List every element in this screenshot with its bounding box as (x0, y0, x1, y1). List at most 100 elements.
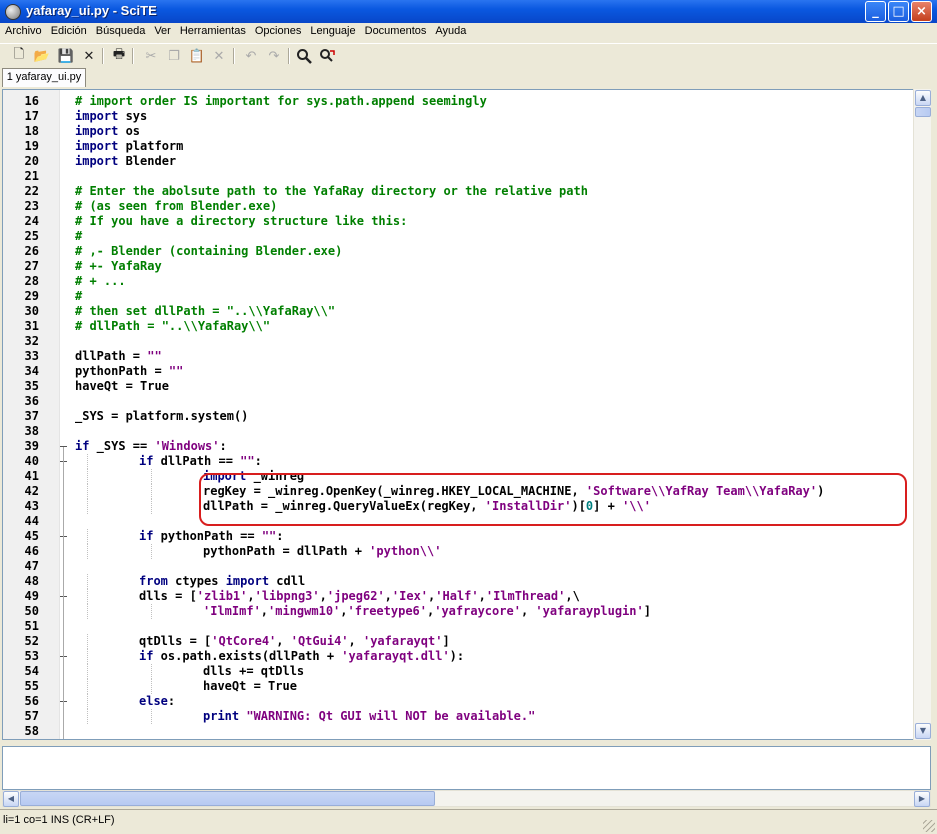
delete-icon[interactable]: ✕ (210, 47, 228, 65)
code-line: # + ... (75, 274, 126, 289)
code-line: if os.path.exists(dllPath + 'yafarayqt.d… (139, 649, 464, 664)
code-token: 'IlmImf' (203, 604, 261, 618)
line-number: 49 (24, 589, 39, 603)
redo-icon[interactable]: ↷ (265, 47, 283, 65)
line-number: 30 (24, 304, 39, 318)
horizontal-scrollbar[interactable]: ◀ ▶ (2, 790, 931, 807)
code-token: dllPath = (75, 349, 148, 363)
scroll-right-icon[interactable]: ▶ (914, 791, 930, 807)
code-token: 'QtCore4' (211, 634, 277, 648)
code-editor[interactable]: 16 17 18 19 20 21 22 23 24 25 26 27 28 29 30 31 32 33 34 35… (2, 89, 931, 740)
toolbar-separator (288, 48, 290, 64)
code-token: dllPath == (153, 454, 241, 468)
menu-busqueda[interactable]: Búsqueda (91, 23, 150, 37)
code-token: ,\ (565, 589, 580, 603)
indent-guide (87, 679, 88, 694)
print-icon[interactable]: 🖶 (110, 47, 128, 65)
code-token: 'mingwm10' (268, 604, 341, 618)
menu-ver[interactable]: Ver (149, 23, 175, 37)
code-token: # + ... (75, 274, 126, 288)
line-number: 42 (24, 484, 39, 498)
menu-ayuda[interactable]: Ayuda (430, 23, 470, 37)
line-number: 28 (24, 274, 39, 288)
indent-guide (87, 664, 88, 679)
new-icon[interactable]: 🗋 (10, 47, 28, 65)
copy-icon[interactable]: ❐ (165, 47, 183, 65)
code-token: _SYS == (89, 439, 155, 453)
vertical-scrollbar[interactable]: ▲ ▼ (913, 89, 931, 740)
line-number: 55 (24, 679, 39, 693)
maximize-button[interactable]: □ (888, 1, 909, 22)
line-number: 17 (24, 109, 39, 123)
menu-opciones[interactable]: Opciones (250, 23, 305, 37)
code-line: # then set dllPath = "..\\YafaRay\\" (75, 304, 335, 319)
code-token: "" (261, 529, 277, 543)
code-token: 'yafarayqt.dll' (341, 649, 450, 663)
indent-guide (87, 529, 88, 544)
line-number: 34 (24, 364, 39, 378)
code-token: 'QtGui4' (290, 634, 349, 648)
open-icon[interactable]: 📂 (33, 47, 51, 65)
paste-icon[interactable]: 📋 (188, 47, 206, 65)
code-token: : (167, 694, 176, 708)
cut-icon[interactable]: ✂ (142, 47, 160, 65)
line-number: 36 (24, 394, 39, 408)
toolbar-separator (102, 48, 104, 64)
code-token: _SYS = platform.system() (75, 409, 249, 423)
output-pane[interactable] (2, 746, 931, 790)
code-token: 'Half' (435, 589, 479, 603)
scroll-down-icon[interactable]: ▼ (915, 723, 931, 739)
code-token: # (75, 289, 83, 303)
close-window-button[interactable]: × (911, 1, 932, 22)
code-token: # (75, 229, 83, 243)
code-token: , (384, 589, 392, 603)
indent-guide (151, 469, 152, 484)
close-icon[interactable]: ✕ (80, 47, 98, 65)
menu-edicion[interactable]: Edición (46, 23, 91, 37)
code-token: 'zlib1' (196, 589, 248, 603)
code-token: , (247, 589, 255, 603)
code-token: pythonPath == (153, 529, 262, 543)
menu-archivo[interactable]: Archivo (0, 23, 46, 37)
code-token: if (139, 649, 154, 663)
line-number: 51 (24, 619, 39, 633)
code-token: "" (168, 364, 184, 378)
find-icon[interactable] (295, 47, 313, 65)
code-line: # (as seen from Blender.exe) (75, 199, 277, 214)
code-line: print "WARNING: Qt GUI will NOT be avail… (203, 709, 535, 724)
scroll-up-icon[interactable]: ▲ (915, 90, 931, 106)
code-line: 'IlmImf','mingwm10','freetype6','yafrayc… (203, 604, 651, 619)
indent-guide (87, 454, 88, 469)
indent-guide (151, 664, 152, 679)
menu-herramientas[interactable]: Herramientas (175, 23, 250, 37)
resize-grip-icon[interactable] (923, 820, 935, 832)
code-token: os (118, 124, 141, 138)
code-token: 'freetype6' (347, 604, 427, 618)
minimize-button[interactable]: _ (865, 1, 886, 22)
tab-yafaray-ui[interactable]: 1 yafaray_ui.py (2, 68, 86, 87)
code-line: pythonPath = dllPath + 'python\\' (203, 544, 441, 559)
scroll-left-icon[interactable]: ◀ (3, 791, 19, 807)
indent-guide (87, 604, 88, 619)
vertical-scroll-thumb[interactable] (915, 107, 931, 117)
indent-guide (87, 544, 88, 559)
menu-lenguaje[interactable]: Lenguaje (305, 23, 359, 37)
code-token: import (75, 154, 119, 168)
indent-guide (151, 544, 152, 559)
code-token: ] (643, 604, 651, 618)
code-token: cdll (269, 574, 306, 588)
code-line: # (75, 289, 82, 304)
code-line: dlls += qtDlls (203, 664, 304, 679)
indent-guide (151, 679, 152, 694)
menu-documentos[interactable]: Documentos (360, 23, 431, 37)
code-token: : (219, 439, 227, 453)
scite-app-icon[interactable] (5, 4, 21, 20)
undo-icon[interactable]: ↶ (242, 47, 260, 65)
replace-icon[interactable] (318, 47, 336, 65)
horizontal-scroll-thumb[interactable] (20, 791, 435, 806)
indent-guide (87, 484, 88, 499)
code-line: import Blender (75, 154, 176, 169)
code-line: import platform (75, 139, 183, 154)
code-token: # dllPath = "..\\YafaRay\\" (75, 319, 271, 333)
save-icon[interactable]: 💾 (57, 47, 75, 65)
